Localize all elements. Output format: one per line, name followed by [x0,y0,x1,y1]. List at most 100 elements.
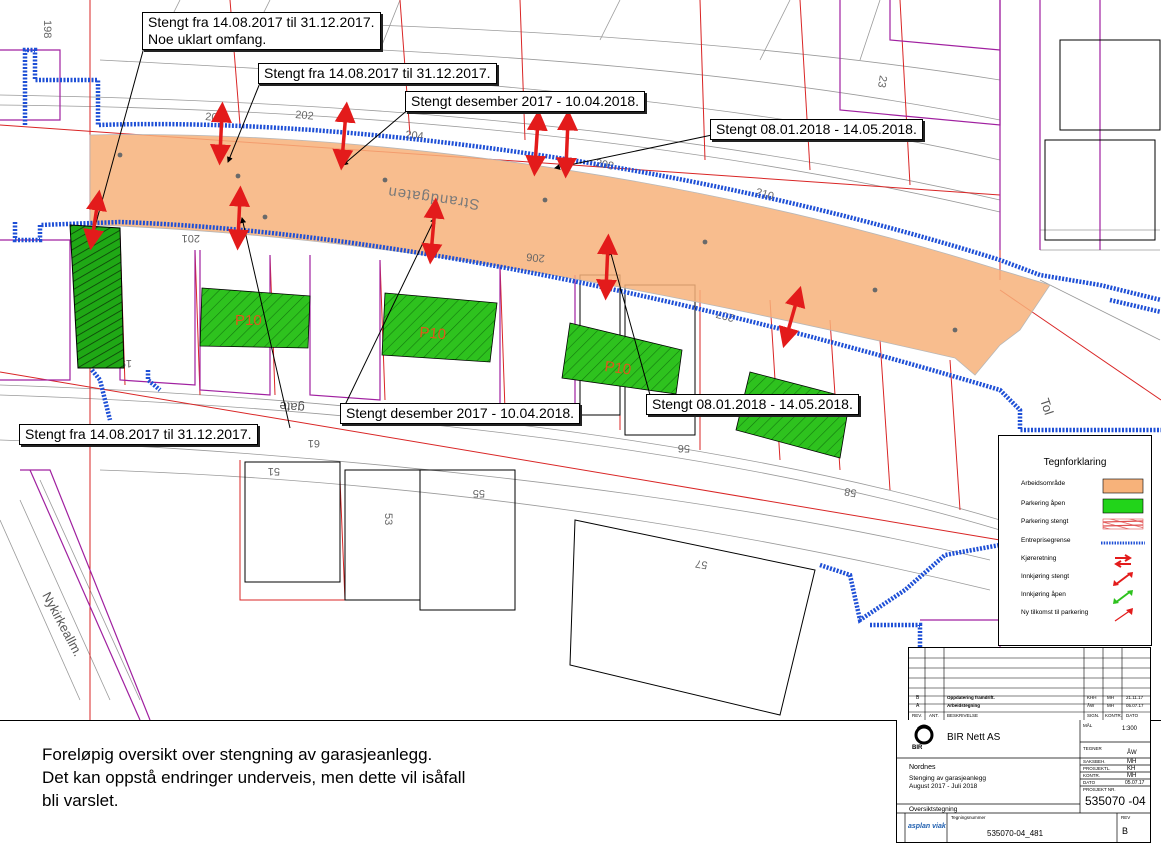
revision-rev: B [916,695,920,701]
work-area-swatch-icon [1102,478,1144,494]
parking-open-area [69,224,125,369]
revision-header: REV. [912,713,923,718]
role-label: KONTR. [1083,773,1101,778]
legend-item: Kjøreretning [1021,553,1147,569]
building-number: 57 [694,557,708,571]
legend-label: Parkering stengt [1021,518,1069,525]
legend-label: Innkjøring åpen [1021,591,1066,598]
callout-text: Stengt 08.01.2018 - 14.05.2018. [652,396,853,412]
map-legend: Tegnforklaring Arbeidsområde Parkering å… [998,435,1152,646]
project-line: Nordnes [909,764,936,771]
role-value: KH [1127,766,1136,772]
legend-item: Arbeidsområde [1021,478,1147,494]
legend-item: Ny tilkomst til parkering [1021,607,1147,623]
legend-item: Innkjøring stengt [1021,571,1147,587]
revision-date: 05.07.17 [1126,703,1144,708]
building-number: 198 [41,20,53,38]
callout-text: Stengt fra 14.08.2017 til 31.12.2017. [148,14,375,30]
revision-grid [909,648,1150,721]
legend-label: Kjøreretning [1021,555,1057,562]
legend-label: Ny tilkomst til parkering [1021,609,1089,616]
parking-open-swatch-icon [1102,498,1144,514]
callout-text: Stengt desember 2017 - 10.04.2018. [346,405,575,421]
legend-item: Entreprisegrense [1021,535,1147,551]
role-value: ÅW [1127,750,1137,756]
company-name: BIR Nett AS [947,732,1001,743]
closure-callout: Stengt 08.01.2018 - 14.05.2018. [646,394,859,415]
parking-open-area [735,371,851,459]
role-label: PROSJEKTL. [1083,766,1111,771]
legend-label: Arbeidsområde [1021,480,1066,487]
legend-label: Parkering åpen [1021,500,1066,507]
note-line: Foreløpig oversikt over stengning av gar… [42,745,433,764]
role-value: MH [1127,773,1137,779]
boundary-line-icon [1101,541,1145,545]
street-label: gate [279,399,306,416]
disclaimer-note: Foreløpig oversikt over stengning av gar… [42,743,465,812]
closure-callout: Stengt fra 14.08.2017 til 31.12.2017. [19,424,258,445]
title-block: BIR BIR Nett AS MÅL 1:300 TEGNER ÅW SAKS… [896,720,1151,843]
parking-label: P10 [235,312,262,329]
legend-title: Tegnforklaring [1043,457,1107,468]
drawing-no-label: Tegningsnummer [951,815,986,820]
building-number: 51 [268,465,280,477]
building-number: 23 [875,74,889,88]
parking-label: P10 [419,324,447,343]
revision-sign: MH [1107,703,1114,708]
callout-text: Stengt 08.01.2018 - 14.05.2018. [716,121,917,137]
building-number: 202 [295,109,314,123]
revision-header: SIGN. [1087,713,1100,718]
closure-callout: Stengt desember 2017 - 10.04.2018. [340,403,581,424]
role-label: DATO [1083,780,1096,785]
scale-value: 1:300 [1122,726,1138,732]
project-line: August 2017 - Juli 2018 [909,783,978,790]
revision-sign: ÅW [1087,703,1095,708]
legend-item: Parkering åpen [1021,498,1147,514]
role-value: MH [1127,759,1137,765]
revision-desc: Oppdatering framdrift. [947,695,995,700]
legend-label: Entreprisegrense [1021,537,1071,544]
building-number: 201 [182,232,200,244]
project-number: 535070 -04 [1085,794,1146,808]
callout-text: Stengt desember 2017 - 10.04.2018. [411,93,640,109]
revision-desc: Arbeidstegning [947,703,981,708]
project-no-label: PROSJEKT NR. [1083,787,1116,792]
revision-header: ANT. [929,713,939,718]
role-label: SAKSBEH. [1083,759,1106,764]
project-line: Stenging av garasjeanlegg [909,775,986,782]
building-number: 55 [473,487,485,499]
building-number: 53 [382,513,394,525]
parking-closed-swatch-icon [1102,518,1144,530]
building-number: 56 [678,442,690,454]
building-number: 58 [843,485,857,499]
closure-callout: Stengt 08.01.2018 - 14.05.2018. [710,119,923,140]
rev-label: REV [1121,815,1131,820]
legend-label: Innkjøring stengt [1021,573,1070,580]
building-number: 61 [308,437,320,449]
revision-header: BESKRIVELSE [947,713,979,718]
closure-callout: Stengt desember 2017 - 10.04.2018. [405,91,646,112]
revision-sign: KHH [1087,695,1097,700]
entry-closed-arrow-icon [1113,572,1133,586]
rev-value: B [1122,826,1129,836]
revision-table: B Oppdatering framdrift. KHH MH 21.11.17… [908,647,1151,721]
note-line: bli varslet. [42,791,119,810]
street-label: Tol [1037,396,1056,417]
building-number: 206 [526,250,545,264]
closure-callout: Stengt fra 14.08.2017 til 31.12.2017. [258,63,497,84]
legend-item: Innkjøring åpen [1021,589,1147,605]
revision-rev: A [916,703,920,709]
legend-item: Parkering stengt [1021,516,1147,532]
callout-text: Noe uklart omfang. [148,31,267,47]
role-value: 05.07.17 [1125,780,1145,786]
scale-label: MÅL [1083,723,1093,728]
driving-direction-arrows-icon [1114,554,1132,568]
new-access-arrow-icon [1114,608,1133,622]
closure-callout: Stengt fra 14.08.2017 til 31.12.2017. No… [142,12,381,50]
revision-sign: MH [1107,695,1114,700]
consultant-logo: asplan viak [908,823,946,830]
entry-open-arrow-icon [1113,590,1133,604]
logo-text: BIR [912,745,923,751]
note-line: Det kan oppstå endringer underveis, men … [42,768,466,787]
callout-text: Stengt fra 14.08.2017 til 31.12.2017. [264,65,491,81]
